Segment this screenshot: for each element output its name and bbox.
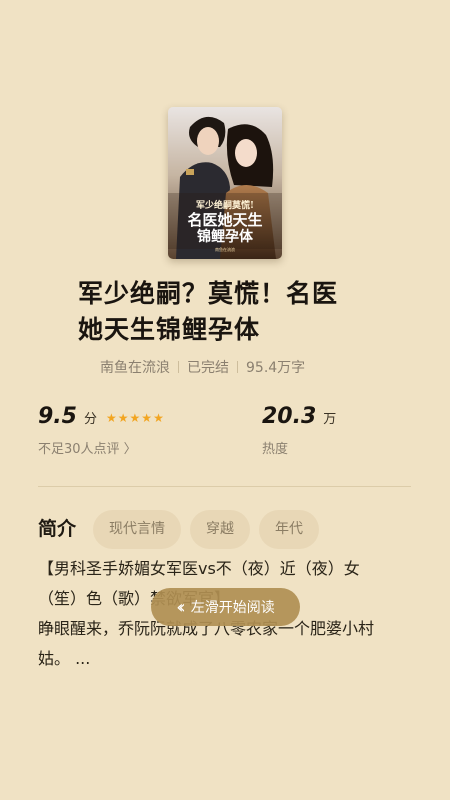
svg-text:名医她天生: 名医她天生	[187, 211, 262, 229]
intro-heading: 简介	[38, 518, 77, 540]
section-divider	[38, 486, 411, 487]
rating-value: 9.5	[38, 404, 77, 429]
heat-label: 热度	[262, 442, 289, 457]
swipe-to-read-button[interactable]: ‹‹ 左滑开始阅读	[151, 588, 300, 626]
svg-text:军少绝嗣莫慌!: 军少绝嗣莫慌!	[196, 199, 254, 211]
word-count: 95.4万字	[246, 360, 306, 376]
book-title-line-2: 她天生锦鲤孕体	[78, 315, 261, 344]
double-chevron-left-icon: ‹‹	[176, 596, 186, 618]
star-icon: ★	[106, 411, 117, 425]
heat-value: 20.3	[262, 404, 317, 429]
heat-unit: 万	[323, 412, 337, 427]
rating-unit: 分	[83, 412, 97, 427]
star-icon: ★	[153, 411, 164, 425]
genre-tag[interactable]: 穿越	[190, 510, 250, 549]
genre-tag[interactable]: 现代言情	[93, 510, 181, 549]
meta-divider	[178, 361, 179, 373]
rating-stat[interactable]: 9.5 分 ★ ★ ★ ★ ★ 不足30人点评 〉	[38, 404, 165, 457]
book-title-line-1: 军少绝嗣？莫慌！名医	[78, 279, 339, 308]
svg-text:南鱼在流浪: 南鱼在流浪	[215, 246, 235, 252]
meta-divider	[237, 361, 238, 373]
star-icon: ★	[141, 411, 153, 425]
completion-status: 已完结	[187, 360, 229, 376]
book-meta: 南鱼在流浪 已完结 95.4万字	[100, 357, 350, 377]
book-cover[interactable]: 军少绝嗣莫慌! 名医她天生 锦鲤孕体 南鱼在流浪	[168, 107, 282, 259]
swipe-to-read-label: 左滑开始阅读	[190, 600, 275, 616]
rating-count-link[interactable]: 不足30人点评 〉	[38, 438, 165, 457]
book-title: 军少绝嗣？莫慌！名医 她天生锦鲤孕体	[78, 276, 378, 348]
star-icon: ★	[117, 411, 129, 425]
author-name[interactable]: 南鱼在流浪	[100, 357, 170, 377]
genre-tag[interactable]: 年代	[259, 510, 319, 549]
star-icon: ★	[129, 411, 141, 425]
heat-stat: 20.3 万 热度	[262, 404, 336, 457]
svg-text:锦鲤孕体: 锦鲤孕体	[197, 228, 254, 245]
genre-tags: 现代言情 穿越 年代	[93, 510, 328, 549]
rating-stars: ★ ★ ★ ★ ★	[106, 411, 165, 425]
intro-line: 【男科圣手娇媚女军医vs不（夜）近（夜）女	[38, 559, 360, 578]
intro-line: 姑。 ...	[38, 649, 91, 668]
